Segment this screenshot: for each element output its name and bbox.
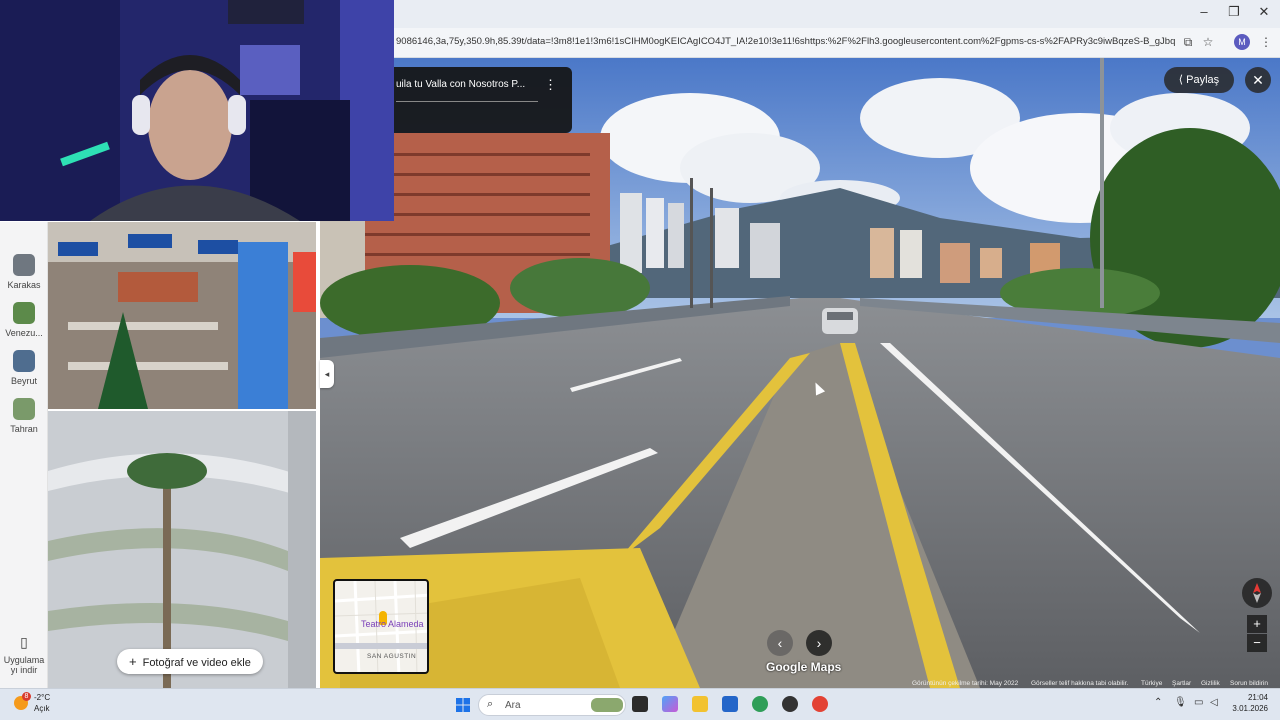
- edge-browser-icon[interactable]: [752, 696, 768, 712]
- minimap-area-label: SAN AGUSTIN: [367, 653, 417, 660]
- webcam-feed: [0, 0, 394, 221]
- rail-item-label: Karakas: [7, 280, 41, 290]
- rail-item-label: Beyrut: [10, 376, 37, 386]
- atrium-photo[interactable]: [48, 411, 316, 688]
- place-title: uila tu Valla con Nosotros P...: [396, 79, 526, 90]
- add-photo-label: Fotoğraf ve video ekle: [142, 657, 251, 669]
- rail-item-karakas[interactable]: Karakas: [0, 254, 48, 290]
- street-view-panorama[interactable]: [320, 58, 1280, 688]
- more-options-icon[interactable]: ⋮: [544, 77, 557, 93]
- file-explorer-icon[interactable]: [692, 696, 708, 712]
- report-link[interactable]: Sorun bildirin: [1230, 680, 1268, 687]
- add-photo-video-button[interactable]: + Fotoğraf ve video ekle: [117, 649, 263, 674]
- download-app-label: Uygulama yı indir: [3, 655, 45, 675]
- network-icon[interactable]: ▭: [1194, 697, 1203, 708]
- download-app-button[interactable]: ▯ Uygulama yı indir: [0, 634, 48, 675]
- next-photo-button[interactable]: ›: [806, 630, 832, 656]
- privacy-link[interactable]: Gizlilik: [1201, 680, 1220, 687]
- store-icon[interactable]: [722, 696, 738, 712]
- windows-start-icon[interactable]: [456, 698, 470, 712]
- copilot-icon[interactable]: [662, 696, 678, 712]
- volume-icon[interactable]: ◁: [1210, 697, 1218, 708]
- phone-icon: ▯: [20, 634, 28, 650]
- country-link[interactable]: Türkiye: [1141, 680, 1162, 687]
- taskbar: 8 -2°C Açık ⌕ Ara ⌃ 🎙 ▭ ◁ 21:04 3.01.202…: [0, 688, 1280, 720]
- terms-link[interactable]: Şartlar: [1172, 680, 1191, 687]
- close-icon: ✕: [1252, 72, 1264, 88]
- place-thumbnail: [13, 254, 35, 276]
- close-street-view-button[interactable]: ✕: [1245, 67, 1271, 93]
- mall-photo-image: [48, 222, 316, 409]
- place-thumbnail: [13, 302, 35, 324]
- place-thumbnail: [13, 350, 35, 372]
- compass-needle: [1253, 583, 1261, 603]
- rail-item-tahran[interactable]: Tahran: [0, 398, 48, 434]
- capture-date-text: Görüntünün çekilme tarihi: May 2022: [912, 680, 1019, 687]
- rail-item-label: Tahran: [10, 424, 38, 434]
- taskbar-search[interactable]: ⌕ Ara: [478, 694, 626, 716]
- share-label: Paylaş: [1186, 74, 1220, 86]
- install-app-icon[interactable]: ⧉: [1180, 34, 1196, 50]
- minimap-place-label: Teatro Alameda: [361, 619, 424, 629]
- webcam-overlay: [0, 0, 394, 221]
- share-button[interactable]: ⟨ Paylaş: [1164, 67, 1234, 93]
- browser-menu-icon[interactable]: ⋮: [1258, 34, 1274, 50]
- street-view-scene: [320, 58, 1280, 688]
- rail-item-venezuela[interactable]: Venezu...: [0, 302, 48, 338]
- url-text[interactable]: 9086146,3a,75y,350.9h,85.39t/data=!3m8!1…: [396, 36, 1176, 47]
- search-icon: ⌕: [487, 698, 494, 710]
- zoom-out-button[interactable]: −: [1247, 634, 1267, 652]
- weather-temperature: -2°C: [34, 693, 51, 702]
- window-close-button[interactable]: ✕: [1254, 4, 1274, 20]
- copyright-text[interactable]: Görseller telif hakkına tabi olabilir.: [1031, 680, 1128, 687]
- show-hidden-icons[interactable]: ⌃: [1154, 697, 1162, 708]
- chevron-left-icon: ◂: [324, 369, 330, 379]
- divider: [396, 101, 538, 102]
- weather-condition: Açık: [34, 704, 50, 713]
- restore-button[interactable]: ❐: [1224, 4, 1244, 20]
- chrome-browser-icon[interactable]: [812, 696, 828, 712]
- previous-photo-button[interactable]: ‹: [767, 630, 793, 656]
- google-maps-watermark: Google Maps: [766, 660, 842, 674]
- clock-time[interactable]: 21:04: [1236, 693, 1268, 702]
- zoom-in-button[interactable]: +: [1247, 615, 1267, 633]
- atrium-photo-image: [48, 411, 316, 688]
- place-thumbnail: [13, 398, 35, 420]
- minimap[interactable]: Teatro Alameda SAN AGUSTIN: [333, 579, 429, 674]
- search-placeholder: Ara: [505, 700, 521, 711]
- clock-date[interactable]: 3.01.2026: [1226, 704, 1268, 713]
- plus-icon: +: [129, 654, 137, 669]
- place-title-card[interactable]: uila tu Valla con Nosotros P... ⋮: [394, 67, 572, 133]
- mall-photo[interactable]: [48, 222, 316, 409]
- bookmark-star-icon[interactable]: ☆: [1200, 34, 1216, 50]
- rail-item-label: Venezu...: [5, 328, 43, 338]
- obs-icon[interactable]: [782, 696, 798, 712]
- minimize-button[interactable]: –: [1194, 4, 1214, 19]
- profile-avatar[interactable]: M: [1234, 34, 1250, 50]
- collapse-panel-button[interactable]: ◂: [320, 360, 334, 388]
- compass-icon[interactable]: [1242, 578, 1272, 608]
- search-highlight-image: [591, 698, 623, 712]
- task-view-icon[interactable]: [632, 696, 648, 712]
- rail-item-beyrut[interactable]: Beyrut: [0, 350, 48, 386]
- notification-badge: 8: [22, 692, 31, 701]
- left-app-rail: Karakas Venezu... Beyrut Tahran ▯ Uygula…: [0, 222, 48, 688]
- microphone-icon[interactable]: 🎙: [1174, 697, 1187, 708]
